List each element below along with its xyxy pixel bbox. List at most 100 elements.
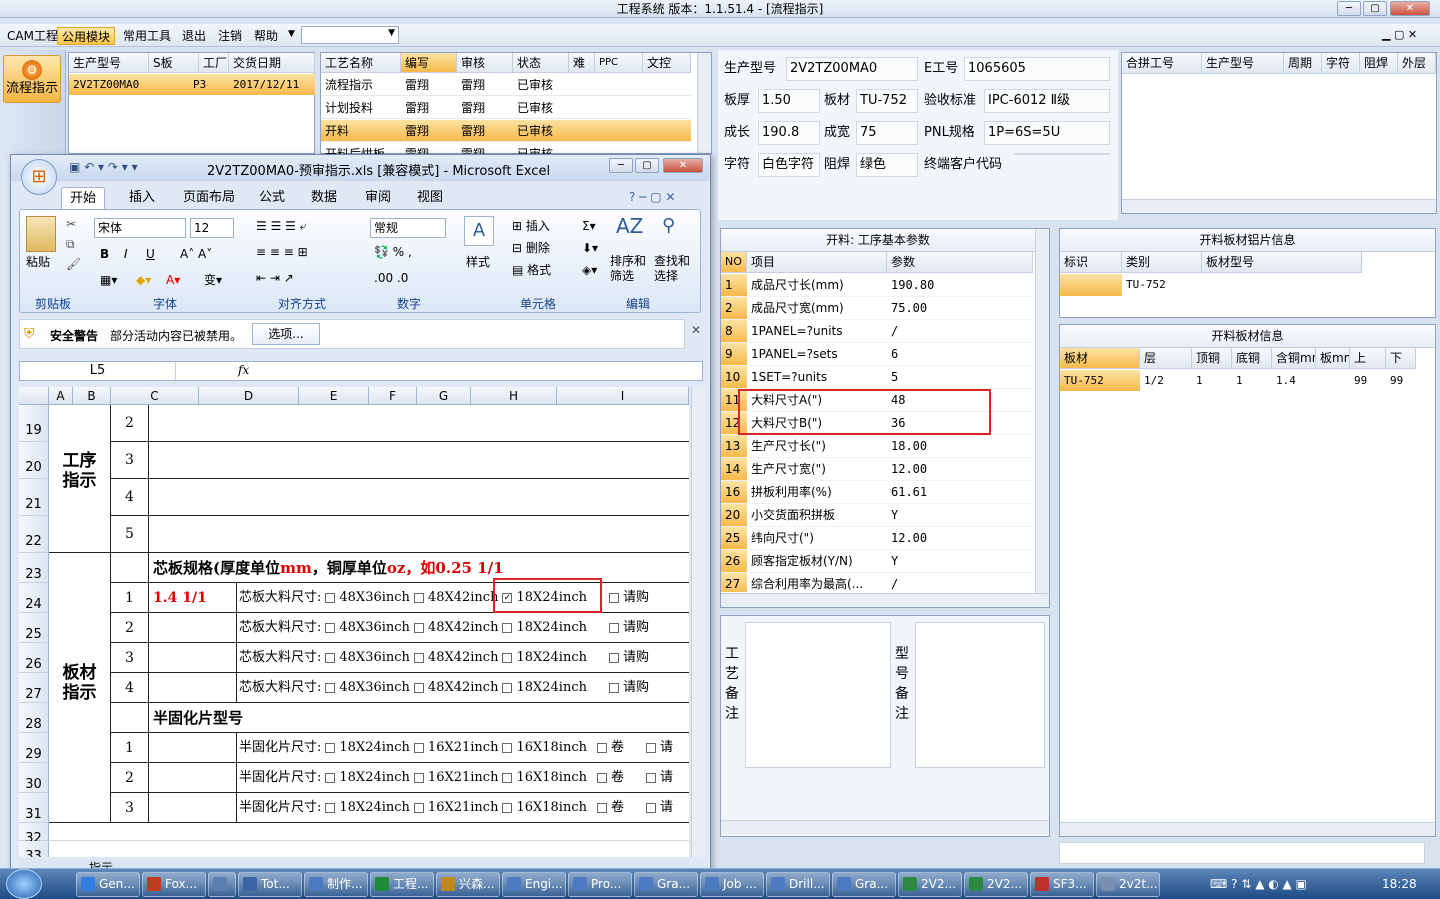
std-value[interactable]: IPC-6012 Ⅱ级	[984, 89, 1110, 113]
italic-icon[interactable]: I	[124, 246, 128, 262]
excel-maximize-button[interactable]: ▢	[635, 158, 659, 173]
col-header[interactable]: C	[111, 387, 199, 405]
col-header[interactable]: 板材型号	[1202, 252, 1362, 273]
col-header[interactable]: 参数	[887, 252, 1033, 273]
prepreg-value-cell[interactable]	[149, 763, 237, 793]
maximize-button[interactable]: ▢	[1363, 1, 1387, 16]
office-button[interactable]: ⊞	[21, 159, 57, 195]
vertical-scrollbar[interactable]	[1035, 229, 1049, 593]
col-header[interactable]: G	[417, 387, 471, 405]
row-header[interactable]: 21	[19, 479, 49, 516]
taskbar-item[interactable]: Gra...	[832, 872, 896, 897]
checkbox-unchecked[interactable]	[502, 682, 513, 693]
help-dropdown-icon[interactable]: ▼	[288, 29, 295, 39]
col-header[interactable]: 生产型号	[1202, 53, 1284, 74]
taskbar-item[interactable]: 制作...	[304, 872, 368, 897]
row-header[interactable]: 22	[19, 516, 49, 553]
col-header[interactable]: 板mm	[1316, 348, 1350, 369]
find-select-button[interactable]: 查找和选择	[654, 254, 696, 284]
col-header[interactable]: 审核	[457, 53, 513, 73]
checkbox-unchecked[interactable]	[502, 622, 513, 633]
copy-icon[interactable]: ⧉	[66, 236, 75, 252]
checkbox-unchecked[interactable]	[413, 772, 424, 783]
checkbox-unchecked[interactable]	[502, 772, 513, 783]
row-marker[interactable]	[1060, 274, 1122, 296]
checkbox-unchecked[interactable]	[325, 742, 336, 753]
taskbar-item[interactable]: SF3...	[1030, 872, 1094, 897]
table-row[interactable]: 16 拼板利用率(%) 61.61	[721, 481, 1033, 504]
step-cell[interactable]	[149, 479, 689, 516]
col-header[interactable]: 上	[1350, 348, 1386, 369]
fill-icon[interactable]: ⬇▾	[582, 240, 598, 256]
checkbox-unchecked[interactable]	[325, 772, 336, 783]
paste-icon[interactable]	[26, 216, 56, 252]
col-header[interactable]: 板材	[1060, 348, 1140, 369]
checkbox-unchecked[interactable]	[413, 652, 424, 663]
mdi-window-controls[interactable]: ▁ ▢ ✕	[1382, 28, 1417, 41]
prepreg-value-cell[interactable]	[149, 733, 237, 763]
table-row[interactable]: 10 1SET=?units 5	[721, 366, 1033, 389]
roll-checkbox[interactable]	[596, 742, 607, 753]
paste-button[interactable]: 粘贴	[26, 254, 50, 270]
checkbox-unchecked[interactable]	[325, 682, 336, 693]
core-value-cell[interactable]	[149, 613, 237, 643]
col-header[interactable]: 含铜mm	[1272, 348, 1316, 369]
taskbar-item[interactable]: 2V2...	[898, 872, 962, 897]
col-header[interactable]: 层	[1140, 348, 1192, 369]
taskbar-item[interactable]: Pro...	[568, 872, 632, 897]
cust-value[interactable]	[1014, 153, 1110, 155]
taskbar-item[interactable]: Job ...	[700, 872, 764, 897]
vertical-scrollbar[interactable]	[697, 53, 711, 153]
purchase-checkbox[interactable]	[608, 682, 619, 693]
number-format-select[interactable]: 常规	[370, 218, 446, 238]
align-top-icon[interactable]: ☰ ☰ ☰ ⤶	[256, 218, 306, 234]
tab-review[interactable]: 审阅	[357, 187, 399, 209]
help-icon[interactable]: ? ─ ▢ ✕	[629, 190, 675, 204]
col-header[interactable]: 外层	[1398, 53, 1436, 74]
border-icon[interactable]: ▦▾	[100, 272, 117, 288]
checkbox-unchecked[interactable]	[502, 742, 513, 753]
clear-icon[interactable]: ◈▾	[582, 262, 597, 278]
checkbox-unchecked[interactable]	[413, 742, 424, 753]
checkbox-unchecked[interactable]	[325, 802, 336, 813]
table-row[interactable]: 20 小交货面积拼板 Y	[721, 504, 1033, 527]
taskbar-item[interactable]: 工程...	[370, 872, 434, 897]
bold-icon[interactable]: B	[100, 246, 109, 262]
table-row[interactable]: 流程指示 雷翔 雷翔 已审核	[321, 74, 691, 96]
align-center-icon[interactable]: ≡ ≡ ≡ ⊞	[256, 244, 308, 260]
col-header[interactable]: H	[471, 387, 557, 405]
col-header[interactable]: 状态	[513, 53, 569, 73]
taskbar-item[interactable]: Fox...	[142, 872, 206, 897]
name-box[interactable]: L5	[20, 362, 176, 380]
menu-common-module[interactable]: 公用模块	[57, 27, 116, 45]
model-value[interactable]: 2V2TZ00MA0	[786, 57, 918, 81]
col-header[interactable]: 阻焊	[1360, 53, 1398, 74]
taskbar-item[interactable]: Tot...	[238, 872, 302, 897]
core-value-cell[interactable]	[149, 673, 237, 703]
row-header[interactable]: 30	[19, 763, 49, 793]
model-notes-textarea[interactable]	[915, 622, 1045, 768]
menu-logout[interactable]: 注销	[214, 27, 246, 45]
currency-icon[interactable]: 💱 % ,	[374, 244, 412, 260]
table-row[interactable]: 开料 雷翔 雷翔 已审核	[321, 120, 691, 142]
flow-instruction-button[interactable]: ⚙ 流程指示	[3, 55, 61, 103]
row-header[interactable]: 32	[19, 823, 49, 846]
roll-checkbox[interactable]	[596, 772, 607, 783]
col-header[interactable]: S板	[149, 53, 199, 73]
table-row[interactable]: 8 1PANEL=?units /	[721, 320, 1033, 343]
format-painter-icon[interactable]: 🖌	[66, 256, 81, 272]
row-header[interactable]: 20	[19, 442, 49, 479]
decimal-icon[interactable]: .00 .0	[374, 270, 408, 286]
col-header[interactable]: B	[73, 387, 111, 405]
request-checkbox[interactable]	[646, 742, 656, 753]
step-cell[interactable]	[149, 405, 689, 442]
purchase-checkbox[interactable]	[608, 592, 619, 603]
taskbar-item[interactable]: 2V2...	[964, 872, 1028, 897]
wid-value[interactable]: 75	[856, 121, 918, 145]
taskbar-item[interactable]: Gen...	[76, 872, 140, 897]
process-notes-textarea[interactable]	[745, 622, 891, 768]
close-security-icon[interactable]: ✕	[691, 323, 701, 337]
thick-value[interactable]: 1.50	[758, 89, 820, 113]
excel-close-button[interactable]: ✕	[663, 158, 703, 173]
taskbar-item[interactable]: Gra...	[634, 872, 698, 897]
